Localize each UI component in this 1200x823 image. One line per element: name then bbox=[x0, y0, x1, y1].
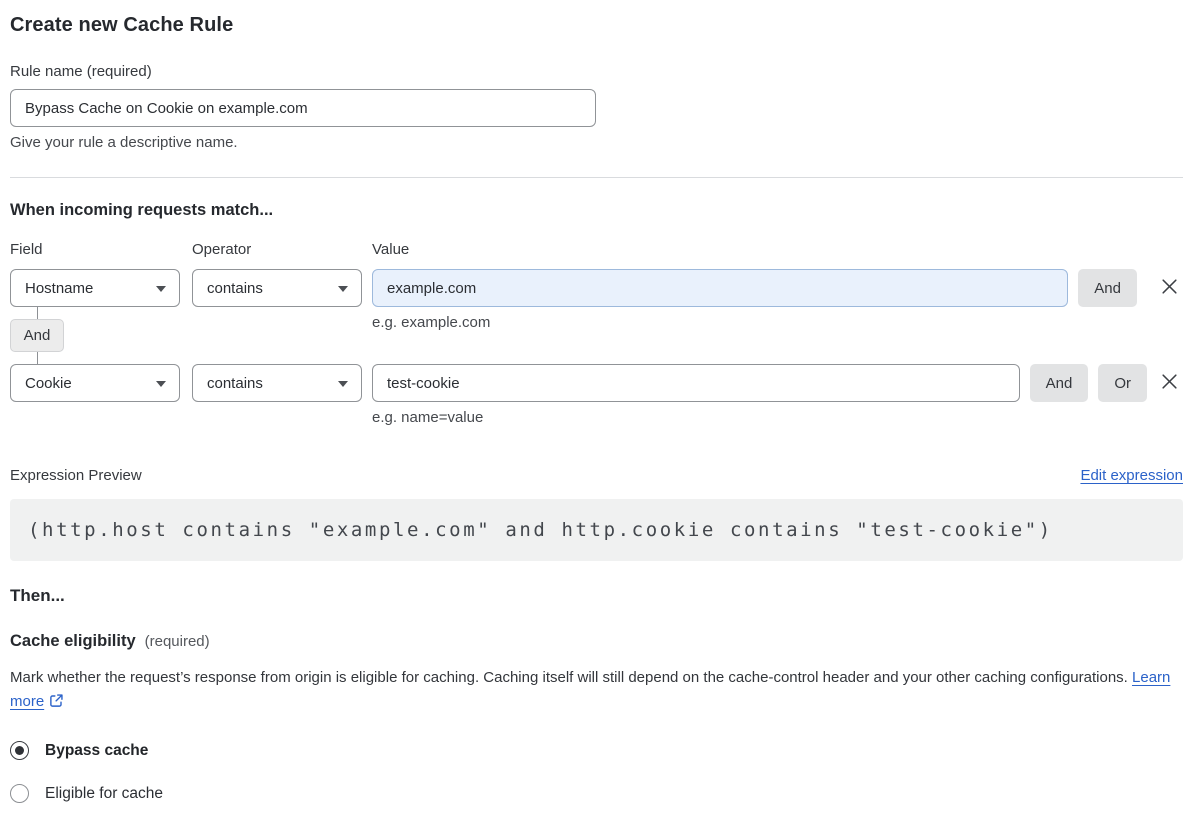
expression-preview-label: Expression Preview bbox=[10, 467, 142, 484]
expression-header: Expression Preview Edit expression bbox=[10, 467, 1183, 485]
value-hint-2: e.g. name=value bbox=[372, 409, 484, 426]
rule-name-input[interactable] bbox=[10, 89, 596, 127]
connector-line-bottom bbox=[36, 352, 38, 364]
edit-expression-link[interactable]: Edit expression bbox=[1080, 467, 1183, 484]
radio-unselected-icon[interactable] bbox=[10, 784, 29, 803]
operator-select-2-value: contains bbox=[207, 374, 263, 392]
operator-select-1-value: contains bbox=[207, 279, 263, 297]
field-select-1-value: Hostname bbox=[25, 279, 94, 297]
expression-preview-box: (http.host contains "example.com" and ht… bbox=[10, 499, 1183, 561]
radio-label-eligible-for-cache: Eligible for cache bbox=[45, 784, 164, 802]
operator-select-2[interactable]: contains bbox=[192, 364, 362, 402]
value-input-1[interactable] bbox=[372, 269, 1069, 307]
value-input-2[interactable] bbox=[372, 364, 1020, 402]
page-title: Create new Cache Rule bbox=[10, 14, 234, 36]
then-heading: Then... bbox=[10, 586, 65, 605]
field-select-2-value: Cookie bbox=[25, 374, 72, 392]
close-icon bbox=[1160, 372, 1179, 394]
cache-eligibility-required: (required) bbox=[144, 633, 210, 650]
operator-column-label: Operator bbox=[192, 241, 252, 258]
condition-row-2: Cookie contains And Or bbox=[10, 364, 1183, 402]
radio-selected-icon[interactable] bbox=[10, 741, 29, 760]
close-icon bbox=[1160, 277, 1179, 299]
rule-name-help: Give your rule a descriptive name. bbox=[10, 134, 238, 151]
rule-name-label: Rule name (required) bbox=[10, 63, 152, 80]
chevron-down-icon bbox=[156, 381, 166, 387]
cache-eligibility-description: Mark whether the request’s response from… bbox=[10, 666, 1183, 716]
field-column-label: Field bbox=[10, 241, 43, 258]
radio-option-eligible-for-cache[interactable]: Eligible for cache bbox=[10, 784, 1183, 803]
match-heading: When incoming requests match... bbox=[10, 201, 274, 219]
chevron-down-icon bbox=[338, 286, 348, 292]
connector-line-top bbox=[36, 307, 38, 319]
cache-eligibility-heading: Cache eligibility bbox=[10, 632, 136, 650]
operator-select-1[interactable]: contains bbox=[192, 269, 362, 307]
field-select-1[interactable]: Hostname bbox=[10, 269, 180, 307]
or-button-row-2[interactable]: Or bbox=[1098, 364, 1147, 402]
remove-condition-2-button[interactable] bbox=[1155, 369, 1183, 397]
chevron-down-icon bbox=[156, 286, 166, 292]
radio-label-bypass-cache: Bypass cache bbox=[45, 741, 149, 759]
section-divider bbox=[10, 177, 1183, 178]
cache-eligibility-description-text: Mark whether the request’s response from… bbox=[10, 669, 1128, 686]
radio-option-bypass-cache[interactable]: Bypass cache bbox=[10, 741, 1183, 760]
connector-column: And bbox=[10, 307, 64, 364]
and-button-row-1[interactable]: And bbox=[1078, 269, 1137, 307]
radio-dot bbox=[15, 746, 24, 755]
condition-connector-area: e.g. example.com And bbox=[10, 307, 1183, 364]
value-column-label: Value bbox=[372, 241, 410, 258]
create-cache-rule-page: Create new Cache Rule Rule name (require… bbox=[0, 0, 1200, 823]
cache-eligibility-heading-row: Cache eligibility (required) bbox=[10, 631, 1183, 651]
external-link-icon bbox=[49, 694, 64, 712]
field-select-2[interactable]: Cookie bbox=[10, 364, 180, 402]
expression-code: (http.host contains "example.com" and ht… bbox=[28, 519, 1053, 541]
connector-and-chip[interactable]: And bbox=[10, 319, 64, 352]
chevron-down-icon bbox=[338, 381, 348, 387]
condition-row-1: Hostname contains And bbox=[10, 269, 1183, 307]
value-hint-1: e.g. example.com bbox=[372, 314, 491, 331]
remove-condition-1-button[interactable] bbox=[1155, 274, 1183, 302]
and-button-row-2[interactable]: And bbox=[1029, 364, 1089, 402]
condition-column-labels: Field Operator Value bbox=[10, 241, 1183, 259]
